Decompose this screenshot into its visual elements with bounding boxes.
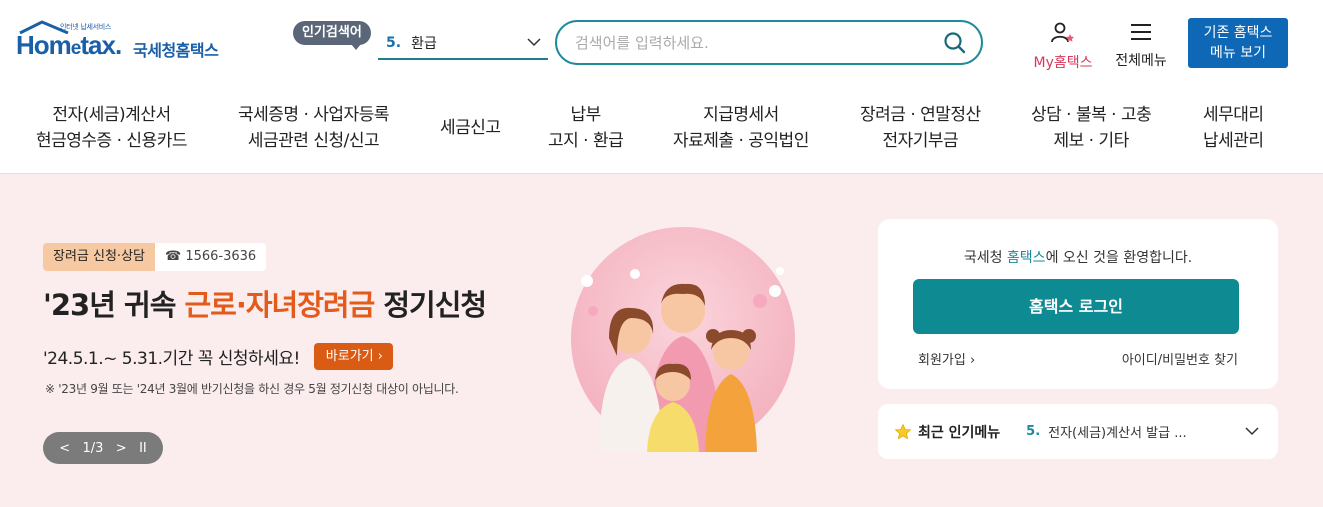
search-icon[interactable] <box>943 31 967 55</box>
legacy-hometax-button[interactable]: 기존 홈택스 메뉴 보기 <box>1188 18 1288 68</box>
banner-phone: ☎ 1566-3636 <box>155 243 267 271</box>
hamburger-icon <box>1131 24 1151 40</box>
nav-item-tax-agent[interactable]: 세무대리 납세관리 <box>1203 102 1264 154</box>
login-card: 국세청 홈택스에 오신 것을 환영합니다. 홈택스 로그인 회원가입 › 아이디… <box>878 219 1278 389</box>
recent-item: 전자(세금)계산서 발급 ... <box>1048 426 1187 441</box>
logo-wordmark: Hometax. <box>16 30 122 60</box>
nav-item-certificates[interactable]: 국세증명 · 사업자등록 세금관련 신청/신고 <box>238 102 389 154</box>
chevron-right-icon: › <box>969 353 976 368</box>
nav-item-consult[interactable]: 상담 · 불복 · 고충 제보 · 기타 <box>1031 102 1152 154</box>
welcome-text: 국세청 홈택스에 오신 것을 환영합니다. <box>963 250 1193 266</box>
slider-controls: < 1/3 > II <box>43 432 163 464</box>
popular-rank: 5. <box>386 35 402 51</box>
my-hometax-link[interactable]: My홈택스 <box>1028 22 1098 72</box>
main-nav: 전자(세금)계산서 현금영수증 · 신용카드 국세증명 · 사업자등록 세금관련 신… <box>0 84 1323 174</box>
nav-item-payment[interactable]: 납부 고지 · 환급 <box>548 102 624 154</box>
nav-item-e-invoice[interactable]: 전자(세금)계산서 현금영수증 · 신용카드 <box>36 102 187 154</box>
banner-title: '23년 귀속 근로·자녀장려금 정기신청 <box>43 288 487 322</box>
slider-pause-button[interactable]: II <box>139 441 147 456</box>
nav-item-payment-statement[interactable]: 지급명세서 자료제출 · 공익법인 <box>673 102 809 154</box>
nav-item-incentive[interactable]: 장려금 · 연말정산 전자기부금 <box>860 102 981 154</box>
banner-category: 장려금 신청·상담 <box>43 243 155 271</box>
user-icon <box>1051 22 1074 43</box>
chevron-right-icon: › <box>377 348 383 364</box>
all-menu-label: 전체메뉴 <box>1115 53 1167 69</box>
recent-title: 최근 인기메뉴 <box>918 424 1001 441</box>
search-input[interactable] <box>575 32 935 54</box>
go-button[interactable]: 바로가기 › <box>313 342 393 370</box>
slider-next-button[interactable]: > <box>116 441 127 456</box>
banner-note: ※ '23년 9월 또는 '24년 3월에 반기신청을 하신 경우 5월 정기신… <box>45 382 459 396</box>
my-hometax-label: My홈택스 <box>1033 55 1093 71</box>
find-id-password-link[interactable]: 아이디/비밀번호 찾기 <box>1122 349 1238 368</box>
header: 인터넷 납세서비스 Hometax. 국세청홈택스 인기검색어 5. 환급 My… <box>0 0 1323 84</box>
hometax-logo[interactable]: 인터넷 납세서비스 Hometax. 국세청홈택스 <box>16 18 231 70</box>
banner-tag: 장려금 신청·상담 ☎ 1566-3636 <box>43 243 267 271</box>
recent-popular-menu[interactable]: 최근 인기메뉴 5. 전자(세금)계산서 발급 ... <box>878 404 1278 459</box>
login-button[interactable]: 홈택스 로그인 <box>913 279 1239 334</box>
chevron-down-icon <box>527 38 541 47</box>
all-menu-button[interactable]: 전체메뉴 <box>1110 22 1172 70</box>
search-box <box>555 20 983 65</box>
join-link[interactable]: 회원가입 › <box>918 349 975 368</box>
banner-period: '24.5.1.~ 5.31.기간 꼭 신청하세요! <box>43 344 300 369</box>
logo-korean: 국세청홈택스 <box>133 41 219 60</box>
slider-page-indicator: 1/3 <box>82 440 104 456</box>
nav-item-tax-filing[interactable]: 세금신고 <box>440 115 501 141</box>
hero-banner: 장려금 신청·상담 ☎ 1566-3636 '23년 귀속 근로·자녀장려금 정… <box>0 174 1323 507</box>
recent-rank: 5. <box>1026 424 1041 439</box>
chevron-down-icon[interactable] <box>1244 423 1260 439</box>
family-illustration <box>571 227 795 452</box>
popular-search-badge: 인기검색어 <box>293 21 371 50</box>
star-icon <box>894 423 912 440</box>
slider-prev-button[interactable]: < <box>59 441 70 456</box>
banner-subline: '24.5.1.~ 5.31.기간 꼭 신청하세요! 바로가기 › <box>43 342 393 370</box>
popular-search-select[interactable]: 5. 환급 <box>378 28 548 60</box>
popular-term: 환급 <box>411 36 437 52</box>
